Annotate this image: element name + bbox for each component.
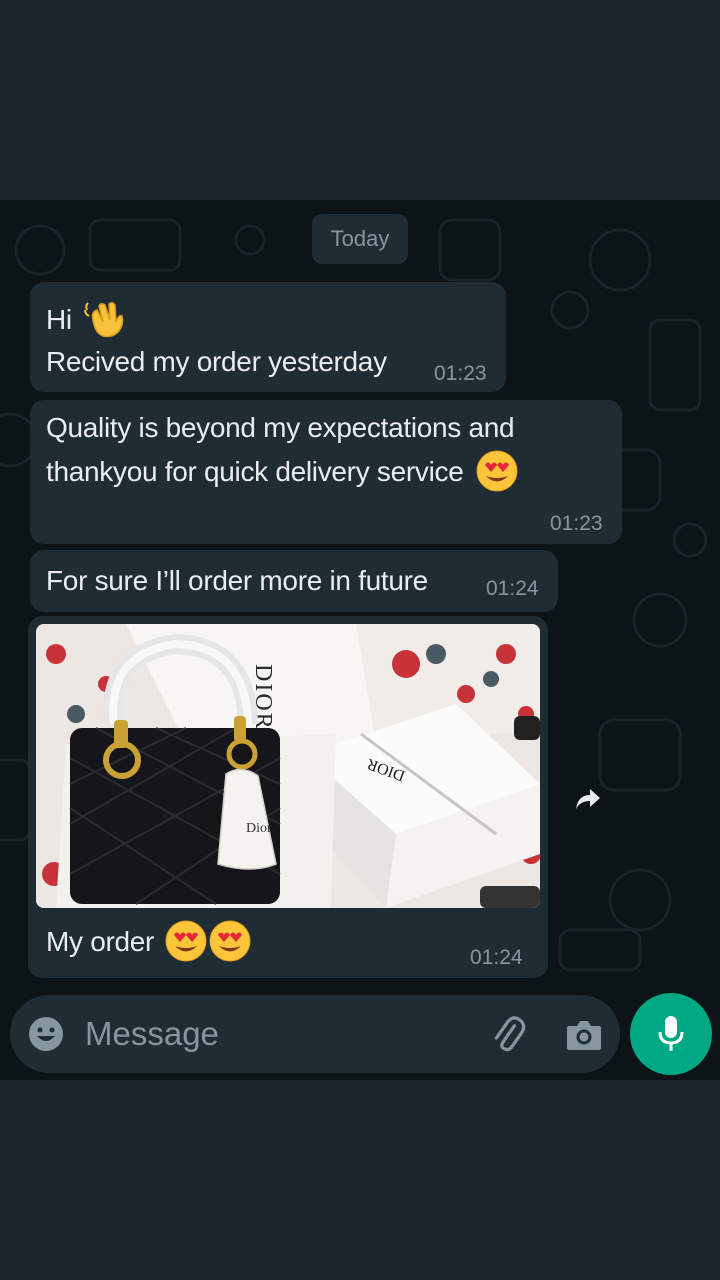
message-input-bar[interactable]: Message xyxy=(10,995,620,1073)
voice-message-button[interactable] xyxy=(630,993,712,1075)
message-text: Hi xyxy=(46,304,72,335)
attach-icon xyxy=(494,1016,526,1052)
forward-button[interactable] xyxy=(566,777,610,821)
chat-area: Today Hi Recived my order yesterday 01:2… xyxy=(0,200,720,1080)
attach-button[interactable] xyxy=(486,1013,530,1057)
message-input[interactable]: Message xyxy=(85,1015,219,1053)
mic-icon xyxy=(658,1016,684,1051)
emoji-icon xyxy=(29,1017,63,1051)
emoji-button[interactable] xyxy=(26,1014,66,1054)
image-message-bubble[interactable]: DIOR DIOR Dior My order 01:24 xyxy=(28,616,548,978)
message-time: 01:24 xyxy=(470,946,523,969)
handbag-photo-illustration: DIOR DIOR Dior xyxy=(36,624,540,908)
message-time: 01:24 xyxy=(486,577,539,600)
message-bubble[interactable]: Hi Recived my order yesterday 01:23 xyxy=(30,282,506,392)
message-text: thankyou for quick delivery service xyxy=(46,456,464,487)
waving-hand-emoji xyxy=(84,301,124,337)
heart-eyes-emoji xyxy=(209,920,251,962)
bottom-blank-area xyxy=(0,1080,720,1280)
message-bubble[interactable]: For sure I’ll order more in future 01:24 xyxy=(30,550,558,612)
message-text: For sure I’ll order more in future xyxy=(46,565,428,596)
heart-eyes-emoji xyxy=(165,920,207,962)
order-photo[interactable]: DIOR DIOR Dior xyxy=(36,624,540,908)
message-text: Recived my order yesterday xyxy=(46,346,387,377)
message-line: My order xyxy=(46,920,252,964)
image-caption: My order xyxy=(46,926,155,957)
forward-icon xyxy=(576,789,600,809)
message-time: 01:23 xyxy=(434,362,487,385)
message-time: 01:23 xyxy=(550,512,603,535)
message-text: Quality is beyond my expectations and xyxy=(46,412,515,443)
svg-text:Dior: Dior xyxy=(246,821,272,836)
message-bubble[interactable]: Quality is beyond my expectations and th… xyxy=(30,400,622,544)
top-blank-area xyxy=(0,0,720,200)
date-divider: Today xyxy=(312,214,408,264)
camera-icon xyxy=(567,1021,601,1050)
camera-button[interactable] xyxy=(562,1013,606,1057)
heart-eyes-emoji xyxy=(476,450,518,492)
message-line: thankyou for quick delivery service xyxy=(46,450,519,494)
message-line: Hi xyxy=(46,298,125,342)
